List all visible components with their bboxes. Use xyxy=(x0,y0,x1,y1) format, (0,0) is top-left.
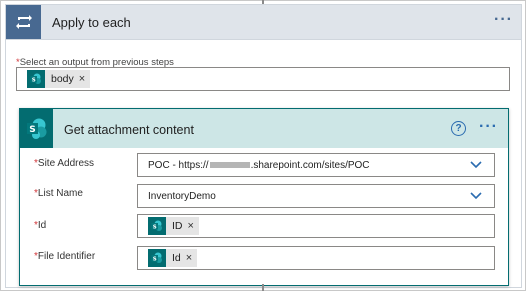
id-field[interactable]: S ID × xyxy=(137,214,495,238)
chevron-down-icon[interactable] xyxy=(470,161,482,169)
list-name-value: InventoryDemo xyxy=(148,191,216,202)
id-label: *Id xyxy=(34,220,46,231)
help-icon[interactable]: ? xyxy=(451,121,466,136)
body-token[interactable]: S body × xyxy=(27,70,91,88)
svg-text:S: S xyxy=(29,124,35,134)
select-output-field[interactable]: S body × xyxy=(16,67,510,91)
id-label-text: Id xyxy=(37,220,47,231)
svg-text:S: S xyxy=(153,224,157,230)
file-identifier-label: *File Identifier xyxy=(34,251,95,262)
redacted-tenant-mark xyxy=(209,162,250,169)
site-address-value-suffix: .sharepoint.com/sites/POC xyxy=(250,160,370,171)
body-token-label: body xyxy=(51,73,74,85)
id-token-label: ID xyxy=(172,220,183,232)
card-header[interactable]: S Get attachment content ? ··· xyxy=(20,109,508,148)
body-token-remove-icon[interactable]: × xyxy=(74,73,90,85)
file-identifier-label-text: File Identifier xyxy=(37,251,96,262)
file-identifier-field[interactable]: S Id × xyxy=(137,246,495,270)
get-attachment-content-card: S Get attachment content ? ··· *Site Add… xyxy=(19,108,509,286)
site-address-value-prefix: POC - https:// xyxy=(148,160,209,171)
sharepoint-logo-icon: S xyxy=(20,109,53,148)
site-address-label-text: Site Address xyxy=(37,158,95,169)
list-name-label-text: List Name xyxy=(37,188,83,199)
apply-to-each-header[interactable]: Apply to each ··· xyxy=(5,4,522,40)
sharepoint-icon: S xyxy=(148,249,166,267)
list-name-dropdown[interactable]: InventoryDemo xyxy=(137,184,495,208)
loop-icon xyxy=(6,5,41,39)
card-more-options-button[interactable]: ··· xyxy=(479,118,498,136)
svg-text:S: S xyxy=(153,256,157,262)
svg-text:S: S xyxy=(32,77,36,83)
site-address-label: *Site Address xyxy=(34,158,94,169)
file-identifier-token-label: Id xyxy=(172,252,181,264)
id-token-remove-icon[interactable]: × xyxy=(183,220,199,232)
site-address-dropdown[interactable]: POC - https:// .sharepoint.com/sites/POC xyxy=(137,153,495,177)
apply-to-each-title: Apply to each xyxy=(52,15,131,30)
sharepoint-icon: S xyxy=(27,70,45,88)
id-token[interactable]: S ID × xyxy=(148,217,199,235)
loop-more-options-button[interactable]: ··· xyxy=(494,11,513,29)
chevron-down-icon[interactable] xyxy=(470,192,482,200)
site-address-value: POC - https:// .sharepoint.com/sites/POC xyxy=(148,160,370,171)
file-identifier-token-remove-icon[interactable]: × xyxy=(181,252,197,264)
flow-connector-bottom xyxy=(262,284,264,291)
card-title: Get attachment content xyxy=(64,123,194,137)
sharepoint-icon: S xyxy=(148,217,166,235)
list-name-label: *List Name xyxy=(34,188,83,199)
file-identifier-token[interactable]: S Id × xyxy=(148,249,198,267)
